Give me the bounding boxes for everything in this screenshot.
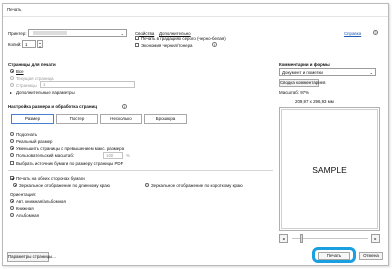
more-options-link[interactable]: Дополнительные параметры <box>16 90 75 95</box>
pages-range-value: 1 <box>43 82 46 87</box>
saveink-checkbox[interactable] <box>135 43 139 47</box>
grayscale-checkbox[interactable] <box>135 36 139 40</box>
custom-scale-radio[interactable] <box>10 153 14 157</box>
duplex-checkbox[interactable] <box>10 176 14 180</box>
sample-text: SAMPLE <box>312 165 347 175</box>
printer-label: Принтер: <box>8 31 27 36</box>
preview-scale-label: Масштаб: 97% <box>279 90 310 95</box>
paper-source-checkbox[interactable] <box>10 161 14 165</box>
copies-value: 1 <box>25 42 28 47</box>
orientation-portrait-radio[interactable] <box>10 206 14 210</box>
orientation-portrait-label: Книжная <box>16 206 34 211</box>
orientation-landscape-label: Альбомная <box>16 213 39 218</box>
preview-page: SAMPLE <box>281 109 378 229</box>
comments-value: Документ и пометки <box>282 70 323 75</box>
page-slider <box>292 238 368 239</box>
flip-long-label: Зеркальное отображение по длинному краю <box>19 183 110 188</box>
duplex-label: Печать на обеих сторонах бумаги <box>16 176 85 181</box>
paper-source-label: Выбрать источник бумаги по размеру стран… <box>16 161 124 166</box>
flip-short-label: Зеркальное отображение по короткому краю <box>151 183 243 188</box>
orientation-auto-label: Авт. книжная/альбомная <box>16 199 66 204</box>
flip-short-radio[interactable] <box>145 183 149 187</box>
fit-label: Подогнать <box>16 132 38 137</box>
window-title: Печать <box>7 7 22 12</box>
stepper-icon[interactable]: ▴ ▾ <box>37 40 43 49</box>
prev-page-icon[interactable]: ◂ <box>279 234 288 243</box>
expand-arrow-icon[interactable]: ▸ <box>10 90 12 95</box>
custom-scale-value: 100 <box>106 153 114 158</box>
custom-scale-input[interactable]: 100 <box>103 152 123 159</box>
summarize-comments-button[interactable]: Сводка комментариев <box>279 79 325 87</box>
grayscale-label: Печать в градациях серого (черно-белая) <box>141 36 226 41</box>
help-link[interactable]: Справка <box>344 31 361 36</box>
comments-select[interactable]: Документ и пометки ⌄ <box>279 68 376 76</box>
copies-input[interactable]: 1 <box>22 40 36 48</box>
tab-multiple[interactable]: Несколько <box>100 114 142 124</box>
actual-size-radio[interactable] <box>10 139 14 143</box>
page-slider-icon[interactable] <box>300 234 303 243</box>
fit-radio[interactable] <box>10 132 14 136</box>
saveink-label: Экономия чернил/тонера <box>141 43 193 48</box>
info-icon[interactable]: i <box>212 42 217 47</box>
shrink-label: Уменьшить страницы с превышением макс. р… <box>16 146 125 151</box>
preview-area: SAMPLE <box>279 107 380 231</box>
orientation-auto-radio[interactable] <box>10 199 14 203</box>
pages-range-label: Страницы <box>16 83 37 88</box>
pages-range-input[interactable]: 1 <box>40 81 135 88</box>
dropdown-icon: ⌄ <box>369 70 373 75</box>
tab-poster[interactable]: Постер <box>56 114 98 124</box>
flip-long-radio[interactable] <box>13 183 17 187</box>
printer-name-redacted <box>33 31 67 35</box>
custom-scale-label: Пользовательский масштаб: <box>16 153 75 158</box>
print-dialog: Печать Принтер: ⌄ Свойства Дополнительно… <box>2 3 389 266</box>
orientation-title: Ориентация: <box>10 192 37 197</box>
orientation-landscape-radio[interactable] <box>10 213 14 217</box>
tab-booklet[interactable]: Брошюра <box>144 114 187 124</box>
help-icon[interactable]: ? <box>373 30 378 35</box>
copies-label: Копий: <box>8 42 22 47</box>
divider <box>8 170 273 171</box>
next-page-icon[interactable]: ▸ <box>371 234 380 243</box>
print-button[interactable]: Печать <box>318 252 350 260</box>
pages-current-radio[interactable] <box>10 76 14 80</box>
dropdown-icon: ⌄ <box>120 31 124 36</box>
info-icon[interactable]: i <box>122 104 127 109</box>
sizing-title: Настройка размера и обработка страниц <box>8 104 97 109</box>
pages-all-radio[interactable] <box>10 69 14 73</box>
shrink-radio[interactable] <box>10 146 14 150</box>
custom-scale-unit: % <box>126 153 130 158</box>
title-bar: Печать <box>3 4 388 17</box>
cancel-button[interactable]: Отмена <box>359 252 383 260</box>
pages-all-label: Все <box>16 69 24 74</box>
actual-size-label: Реальный размер <box>16 139 53 144</box>
comments-title: Комментарии и формы <box>279 62 330 67</box>
preview-size-label: 209,97 x 296,93 мм <box>295 99 334 104</box>
tab-size[interactable]: Размер <box>11 114 54 124</box>
pages-range-radio[interactable] <box>10 83 14 87</box>
page-setup-button[interactable]: Параметры страницы... <box>7 252 56 262</box>
pages-title: Страницы для печати <box>8 62 56 67</box>
